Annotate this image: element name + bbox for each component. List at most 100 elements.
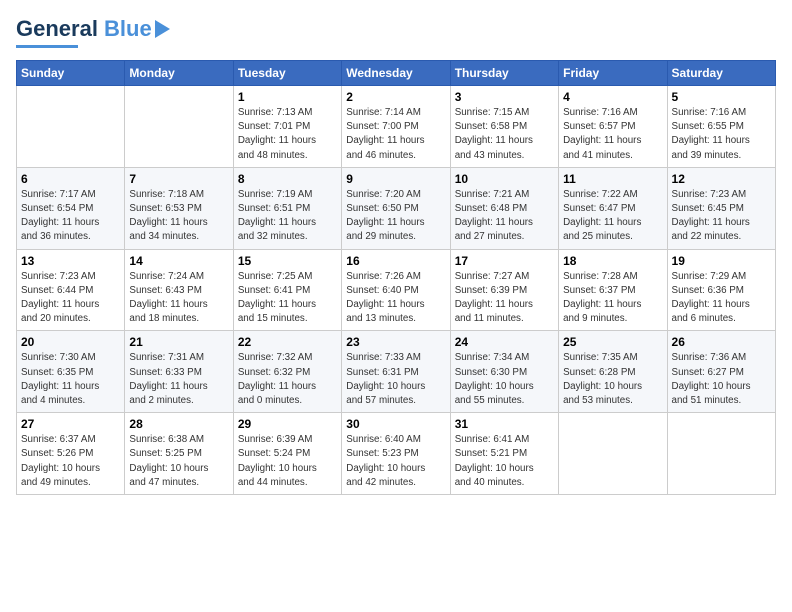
calendar-cell: 23Sunrise: 7:33 AM Sunset: 6:31 PM Dayli… xyxy=(342,331,450,413)
calendar-cell: 29Sunrise: 6:39 AM Sunset: 5:24 PM Dayli… xyxy=(233,413,341,495)
calendar-cell: 15 Sunrise: 7:25 AM Sunset: 6:41 PM Dayli… xyxy=(233,249,341,331)
calendar-cell: 11 Sunrise: 7:22 AM Sunset: 6:47 PM Dayli… xyxy=(559,167,667,249)
calendar-cell: 30 Sunrise: 6:40 AM Sunset: 5:23 PM Dayli… xyxy=(342,413,450,495)
calendar-cell xyxy=(17,86,125,168)
logo: General Blue xyxy=(16,16,170,48)
day-number: 3 xyxy=(455,90,554,104)
day-info: Sunrise: 7:31 AM Sunset: 6:33 PM Dayligh… xyxy=(129,351,228,408)
calendar-cell: 18Sunrise: 7:28 AM Sunset: 6:37 PM Dayli… xyxy=(559,249,667,331)
day-number: 26 xyxy=(672,335,771,349)
calendar-week-row: 27 Sunrise: 6:37 AM Sunset: 5:26 PM Dayli… xyxy=(17,413,776,495)
day-info: Sunrise: 7:29 AM Sunset: 6:36 PM Dayligh… xyxy=(672,270,771,327)
calendar-cell: 20 Sunrise: 7:30 AM Sunset: 6:35 PM Dayli… xyxy=(17,331,125,413)
day-number: 4 xyxy=(563,90,662,104)
day-info: Sunrise: 7:15 AM Sunset: 6:58 PM Dayligh… xyxy=(455,106,554,163)
day-info: Sunrise: 7:27 AM Sunset: 6:39 PM Dayligh… xyxy=(455,270,554,327)
day-number: 17 xyxy=(455,254,554,268)
day-number: 30 xyxy=(346,417,445,431)
calendar-cell: 27 Sunrise: 6:37 AM Sunset: 5:26 PM Dayli… xyxy=(17,413,125,495)
calendar-cell: 28 Sunrise: 6:38 AM Sunset: 5:25 PM Dayli… xyxy=(125,413,233,495)
logo-arrow-icon xyxy=(155,20,170,38)
day-number: 10 xyxy=(455,172,554,186)
day-number: 9 xyxy=(346,172,445,186)
calendar-cell: 19 Sunrise: 7:29 AM Sunset: 6:36 PM Dayli… xyxy=(667,249,775,331)
day-info: Sunrise: 7:32 AM Sunset: 6:32 PM Dayligh… xyxy=(238,351,337,408)
calendar-cell: 17 Sunrise: 7:27 AM Sunset: 6:39 PM Dayli… xyxy=(450,249,558,331)
day-info: Sunrise: 6:40 AM Sunset: 5:23 PM Dayligh… xyxy=(346,433,445,490)
day-info: Sunrise: 6:38 AM Sunset: 5:25 PM Dayligh… xyxy=(129,433,228,490)
day-info: Sunrise: 7:36 AM Sunset: 6:27 PM Dayligh… xyxy=(672,351,771,408)
day-number: 15 xyxy=(238,254,337,268)
calendar-cell xyxy=(125,86,233,168)
day-info: Sunrise: 7:24 AM Sunset: 6:43 PM Dayligh… xyxy=(129,270,228,327)
page-header: General Blue xyxy=(16,16,776,48)
weekday-header: Monday xyxy=(125,61,233,86)
day-info: Sunrise: 7:22 AM Sunset: 6:47 PM Dayligh… xyxy=(563,188,662,245)
calendar-week-row: 1Sunrise: 7:13 AM Sunset: 7:01 PM Daylig… xyxy=(17,86,776,168)
day-number: 11 xyxy=(563,172,662,186)
day-info: Sunrise: 7:20 AM Sunset: 6:50 PM Dayligh… xyxy=(346,188,445,245)
calendar-week-row: 20 Sunrise: 7:30 AM Sunset: 6:35 PM Dayli… xyxy=(17,331,776,413)
day-info: Sunrise: 6:41 AM Sunset: 5:21 PM Dayligh… xyxy=(455,433,554,490)
calendar-cell: 1Sunrise: 7:13 AM Sunset: 7:01 PM Daylig… xyxy=(233,86,341,168)
calendar-cell: 9 Sunrise: 7:20 AM Sunset: 6:50 PM Daylig… xyxy=(342,167,450,249)
day-info: Sunrise: 7:30 AM Sunset: 6:35 PM Dayligh… xyxy=(21,351,120,408)
calendar-cell: 21 Sunrise: 7:31 AM Sunset: 6:33 PM Dayli… xyxy=(125,331,233,413)
day-number: 14 xyxy=(129,254,228,268)
calendar-cell: 2 Sunrise: 7:14 AM Sunset: 7:00 PM Daylig… xyxy=(342,86,450,168)
day-info: Sunrise: 7:19 AM Sunset: 6:51 PM Dayligh… xyxy=(238,188,337,245)
calendar-cell: 3 Sunrise: 7:15 AM Sunset: 6:58 PM Daylig… xyxy=(450,86,558,168)
calendar-cell xyxy=(667,413,775,495)
day-info: Sunrise: 7:25 AM Sunset: 6:41 PM Dayligh… xyxy=(238,270,337,327)
day-info: Sunrise: 7:16 AM Sunset: 6:57 PM Dayligh… xyxy=(563,106,662,163)
day-info: Sunrise: 6:39 AM Sunset: 5:24 PM Dayligh… xyxy=(238,433,337,490)
calendar-week-row: 13Sunrise: 7:23 AM Sunset: 6:44 PM Dayli… xyxy=(17,249,776,331)
calendar-cell: 31 Sunrise: 6:41 AM Sunset: 5:21 PM Dayli… xyxy=(450,413,558,495)
calendar-cell: 10 Sunrise: 7:21 AM Sunset: 6:48 PM Dayli… xyxy=(450,167,558,249)
day-info: Sunrise: 7:34 AM Sunset: 6:30 PM Dayligh… xyxy=(455,351,554,408)
day-info: Sunrise: 6:37 AM Sunset: 5:26 PM Dayligh… xyxy=(21,433,120,490)
calendar-table: SundayMondayTuesdayWednesdayThursdayFrid… xyxy=(16,60,776,495)
day-info: Sunrise: 7:26 AM Sunset: 6:40 PM Dayligh… xyxy=(346,270,445,327)
day-info: Sunrise: 7:35 AM Sunset: 6:28 PM Dayligh… xyxy=(563,351,662,408)
day-info: Sunrise: 7:21 AM Sunset: 6:48 PM Dayligh… xyxy=(455,188,554,245)
day-info: Sunrise: 7:33 AM Sunset: 6:31 PM Dayligh… xyxy=(346,351,445,408)
day-number: 6 xyxy=(21,172,120,186)
day-number: 20 xyxy=(21,335,120,349)
day-number: 7 xyxy=(129,172,228,186)
calendar-cell: 26 Sunrise: 7:36 AM Sunset: 6:27 PM Dayli… xyxy=(667,331,775,413)
logo-text: General Blue xyxy=(16,16,152,42)
calendar-cell: 13Sunrise: 7:23 AM Sunset: 6:44 PM Dayli… xyxy=(17,249,125,331)
day-info: Sunrise: 7:13 AM Sunset: 7:01 PM Dayligh… xyxy=(238,106,337,163)
weekday-header: Wednesday xyxy=(342,61,450,86)
logo-blue-text: Blue xyxy=(104,16,152,41)
day-info: Sunrise: 7:18 AM Sunset: 6:53 PM Dayligh… xyxy=(129,188,228,245)
weekday-header: Tuesday xyxy=(233,61,341,86)
day-number: 21 xyxy=(129,335,228,349)
day-info: Sunrise: 7:23 AM Sunset: 6:45 PM Dayligh… xyxy=(672,188,771,245)
day-number: 25 xyxy=(563,335,662,349)
calendar-cell: 6Sunrise: 7:17 AM Sunset: 6:54 PM Daylig… xyxy=(17,167,125,249)
day-number: 16 xyxy=(346,254,445,268)
day-info: Sunrise: 7:16 AM Sunset: 6:55 PM Dayligh… xyxy=(672,106,771,163)
calendar-cell: 5 Sunrise: 7:16 AM Sunset: 6:55 PM Daylig… xyxy=(667,86,775,168)
day-number: 24 xyxy=(455,335,554,349)
day-info: Sunrise: 7:14 AM Sunset: 7:00 PM Dayligh… xyxy=(346,106,445,163)
day-number: 5 xyxy=(672,90,771,104)
calendar-cell: 22Sunrise: 7:32 AM Sunset: 6:32 PM Dayli… xyxy=(233,331,341,413)
day-number: 2 xyxy=(346,90,445,104)
calendar-cell xyxy=(559,413,667,495)
weekday-header: Saturday xyxy=(667,61,775,86)
calendar-cell: 7 Sunrise: 7:18 AM Sunset: 6:53 PM Daylig… xyxy=(125,167,233,249)
day-number: 28 xyxy=(129,417,228,431)
day-number: 31 xyxy=(455,417,554,431)
weekday-header: Friday xyxy=(559,61,667,86)
calendar-cell: 14 Sunrise: 7:24 AM Sunset: 6:43 PM Dayli… xyxy=(125,249,233,331)
calendar-cell: 16 Sunrise: 7:26 AM Sunset: 6:40 PM Dayli… xyxy=(342,249,450,331)
day-number: 8 xyxy=(238,172,337,186)
day-number: 13 xyxy=(21,254,120,268)
weekday-header: Thursday xyxy=(450,61,558,86)
day-number: 12 xyxy=(672,172,771,186)
day-number: 27 xyxy=(21,417,120,431)
day-number: 19 xyxy=(672,254,771,268)
